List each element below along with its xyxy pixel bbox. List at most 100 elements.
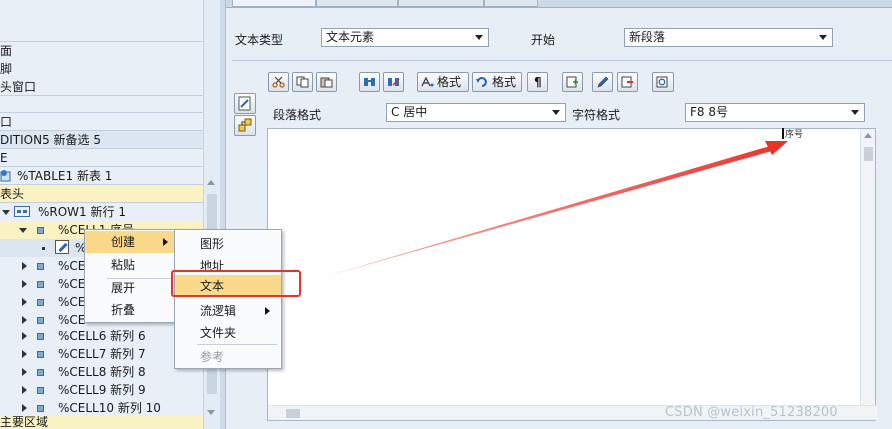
tree-row-cell[interactable]: %CELL8 新列 8 [0, 363, 203, 381]
scroll-up-icon[interactable] [864, 133, 872, 138]
format-button[interactable]: 格式 [417, 72, 469, 92]
scroll-thumb[interactable] [864, 147, 873, 161]
menu-item-create[interactable]: 创建 [85, 231, 177, 253]
tree-row[interactable]: DITION5 新备选 5 [0, 131, 203, 149]
cell-icon [37, 333, 44, 340]
chevron-right-icon [265, 307, 270, 315]
tree-row-cell[interactable]: %CELL10 新列 10 [0, 399, 203, 417]
tree-item-label: DITION5 新备选 5 [0, 133, 101, 147]
paragraph-format-value: C 居中 [391, 105, 428, 119]
tree-item-label: %ROW1 新行 1 [38, 205, 126, 219]
submenu-item-folder[interactable]: 文件夹 [175, 322, 281, 344]
text-type-label: 文本类型 [235, 33, 284, 47]
text-editor-button[interactable] [234, 93, 256, 114]
cell-icon [37, 351, 44, 358]
tree-row-cell[interactable]: %CELL9 新列 9 [0, 381, 203, 399]
format-label: 格式 [437, 75, 462, 89]
paragraph-mark-button[interactable]: ¶ [527, 72, 548, 92]
insert-button[interactable] [562, 72, 583, 92]
menu-item-expand[interactable]: 展开 [85, 277, 177, 299]
text-type-value: 文本元素 [326, 30, 375, 44]
tree-row[interactable]: 口 [0, 113, 203, 131]
tree-row-header[interactable]: 表头 [0, 185, 203, 203]
chevron-right-icon[interactable] [22, 262, 27, 270]
chevron-down-icon[interactable] [2, 210, 10, 215]
delete-button[interactable] [617, 72, 638, 92]
tree-row[interactable]: 面 [0, 42, 203, 60]
chevron-right-icon[interactable] [22, 368, 27, 376]
chevron-down-icon [552, 110, 560, 115]
paste-button[interactable] [316, 72, 337, 92]
chevron-right-icon[interactable] [22, 280, 27, 288]
paste-icon [320, 77, 333, 88]
tree-row-table[interactable]: %TABLE1 新表 1 [0, 167, 203, 185]
undo-format-icon [476, 77, 487, 87]
chevron-right-icon[interactable] [22, 404, 27, 412]
tree-row-main-area[interactable]: 主要区域 [0, 416, 203, 429]
start-select[interactable]: 新段落 [624, 28, 833, 47]
text-editor-area[interactable]: 序号 [267, 128, 877, 421]
tree-item-label: %CELL9 新列 9 [58, 383, 146, 397]
submenu-item-reference: 参考 [175, 346, 281, 368]
editor-vertical-scrollbar[interactable] [860, 129, 875, 406]
chevron-right-icon[interactable] [22, 316, 27, 324]
edit-button[interactable] [592, 72, 613, 92]
preview-icon [656, 76, 668, 88]
undo-format-button[interactable]: 格式 [472, 72, 522, 92]
scroll-thumb[interactable] [286, 409, 300, 418]
menu-item-paste[interactable]: 粘贴 [85, 254, 177, 276]
find-replace-button[interactable] [383, 72, 404, 92]
find-button[interactable] [359, 72, 380, 92]
tree-item-label: 口 [0, 115, 13, 129]
scroll-up-icon[interactable] [207, 180, 215, 185]
chevron-down-icon [819, 35, 827, 40]
paragraph-format-label: 段落格式 [273, 108, 322, 122]
tree-row[interactable]: E [0, 149, 203, 167]
format-icon [421, 76, 434, 87]
character-format-label: 字符格式 [572, 108, 621, 122]
submenu-item-graphic[interactable]: 图形 [175, 233, 281, 255]
chevron-right-icon[interactable] [22, 332, 27, 340]
character-format-select[interactable]: F8 8号 [685, 103, 865, 122]
tree-row [0, 20, 203, 42]
tree-row-cell[interactable]: %CELL7 新列 7 [0, 345, 203, 363]
text-type-select[interactable]: 文本元素 [321, 28, 489, 47]
chevron-right-icon [163, 238, 168, 246]
tree-item-label: 面 [0, 44, 13, 58]
tab-attributes[interactable] [316, 0, 398, 7]
tree-row[interactable]: 头窗口 [0, 78, 203, 96]
start-value: 新段落 [629, 30, 666, 44]
chevron-right-icon[interactable] [22, 350, 27, 358]
structure-icon [238, 118, 252, 132]
tab-general[interactable] [232, 0, 316, 7]
submenu-item-flow-logic[interactable]: 流逻辑 [175, 300, 281, 322]
cell-icon [37, 405, 44, 412]
tab-output[interactable] [398, 0, 484, 7]
paragraph-mark-icon: ¶ [534, 75, 542, 89]
tree-row-row1[interactable]: %ROW1 新行 1 [0, 203, 203, 221]
scroll-down-icon[interactable] [207, 410, 215, 415]
tree-item-label: 脚 [0, 62, 13, 76]
tree-item-label: %CELL7 新列 7 [58, 347, 146, 361]
cell-icon [37, 281, 44, 288]
menu-item-collapse[interactable]: 折叠 [85, 299, 177, 321]
text-edit-icon [55, 240, 69, 254]
preview-button[interactable] [652, 72, 674, 92]
paragraph-format-select[interactable]: C 居中 [386, 103, 566, 122]
chevron-right-icon[interactable] [22, 386, 27, 394]
structure-button[interactable] [234, 115, 256, 136]
tab-conditions[interactable] [484, 0, 538, 7]
tree-row[interactable]: 脚 [0, 60, 203, 78]
copy-button[interactable] [292, 72, 313, 92]
cut-button[interactable] [268, 72, 289, 92]
chevron-right-icon[interactable] [22, 298, 27, 306]
chevron-down-icon[interactable] [19, 228, 27, 233]
cell-icon [37, 369, 44, 376]
cell-icon [37, 387, 44, 394]
chevron-down-icon [475, 35, 483, 40]
tree-row-cell[interactable]: %CELL6 新列 6 [0, 327, 203, 345]
bullet-icon [42, 247, 45, 250]
cut-icon [272, 76, 285, 88]
find-icon [364, 78, 375, 86]
menu-separator [197, 344, 277, 345]
